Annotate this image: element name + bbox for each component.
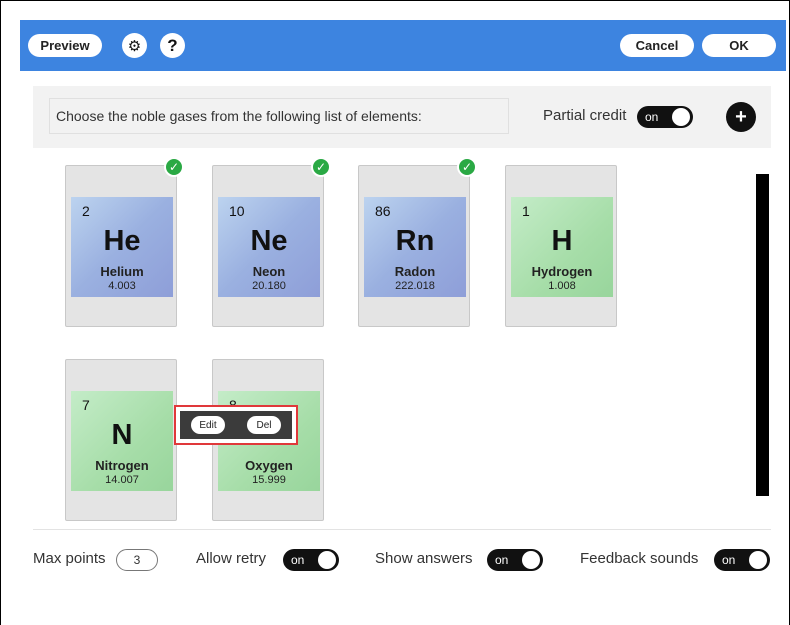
atomic-mass: 1.008 (548, 280, 576, 292)
toggle-state-text: on (495, 553, 509, 567)
preview-button[interactable]: Preview (28, 34, 102, 57)
atomic-number: 2 (82, 203, 90, 219)
element-tiles-area: ✓ 2 He Helium 4.003 ✓ 10 Ne Neon 20.180 … (33, 148, 771, 530)
toggle-state-text: on (722, 553, 736, 567)
element-card: 1 H Hydrogen 1.008 (511, 197, 613, 297)
max-points-input[interactable]: 3 (116, 549, 158, 571)
editor-toolbar: Preview ⚙ ? Cancel OK (20, 20, 786, 71)
element-tile-neon[interactable]: ✓ 10 Ne Neon 20.180 (212, 157, 331, 327)
toggle-knob (522, 551, 540, 569)
element-name: Helium (100, 264, 144, 279)
question-editor: Choose the noble gases from the followin… (33, 86, 771, 530)
vertical-scrollbar[interactable] (756, 174, 769, 496)
cancel-button[interactable]: Cancel (620, 34, 694, 57)
element-card: 2 He Helium 4.003 (71, 197, 173, 297)
checkmark-icon: ✓ (311, 157, 331, 177)
delete-button[interactable]: Del (247, 416, 281, 434)
feedback-sounds-toggle[interactable]: on (714, 549, 770, 571)
checkmark-icon: ✓ (457, 157, 477, 177)
atomic-number: 10 (229, 203, 245, 219)
toggle-state-text: on (645, 110, 659, 124)
tile-action-bar-highlight: Edit Del (174, 405, 298, 445)
checkmark-icon: ✓ (164, 157, 184, 177)
allow-retry-label: Allow retry (196, 550, 267, 567)
help-icon[interactable]: ? (160, 33, 185, 58)
element-name: Nitrogen (95, 458, 149, 473)
element-symbol: Ne (250, 225, 288, 257)
add-element-plus-icon[interactable]: + (726, 102, 756, 132)
element-symbol: He (103, 225, 141, 257)
element-tile-radon[interactable]: ✓ 86 Rn Radon 222.018 (358, 157, 477, 327)
toggle-knob (318, 551, 336, 569)
atomic-number: 1 (522, 203, 530, 219)
partial-credit-label: Partial credit (543, 107, 627, 124)
element-name: Radon (394, 264, 436, 279)
element-name: Hydrogen (531, 264, 593, 279)
atomic-mass: 4.003 (108, 280, 136, 292)
allow-retry-toggle[interactable]: on (283, 549, 339, 571)
atomic-mass: 222.018 (395, 280, 435, 292)
element-tile-nitrogen[interactable]: 7 N Nitrogen 14.007 (65, 359, 177, 521)
question-text: Choose the noble gases from the followin… (56, 108, 422, 124)
partial-credit-toggle[interactable]: on (637, 106, 693, 128)
settings-gear-icon[interactable]: ⚙ (122, 33, 147, 58)
atomic-mass: 20.180 (252, 280, 286, 292)
atomic-mass: 15.999 (252, 474, 286, 486)
element-symbol: Rn (395, 225, 435, 257)
max-points-label: Max points (33, 550, 106, 567)
feedback-sounds-label: Feedback sounds (580, 550, 699, 567)
toggle-knob (749, 551, 767, 569)
atomic-number: 7 (82, 397, 90, 413)
element-card: 86 Rn Radon 222.018 (364, 197, 466, 297)
atomic-mass: 14.007 (105, 474, 139, 486)
element-symbol: H (551, 225, 573, 257)
element-tile-hydrogen[interactable]: 1 H Hydrogen 1.008 (505, 165, 617, 327)
edit-button[interactable]: Edit (191, 416, 225, 434)
element-name: Oxygen (245, 458, 293, 473)
element-card: 10 Ne Neon 20.180 (218, 197, 320, 297)
element-name: Neon (252, 264, 286, 279)
element-symbol: N (111, 419, 133, 451)
element-card: 7 N Nitrogen 14.007 (71, 391, 173, 491)
element-tile-helium[interactable]: ✓ 2 He Helium 4.003 (65, 157, 184, 327)
show-answers-toggle[interactable]: on (487, 549, 543, 571)
question-text-field[interactable]: Choose the noble gases from the followin… (49, 98, 509, 134)
show-answers-label: Show answers (375, 550, 473, 567)
tile-action-bar: Edit Del (180, 411, 292, 439)
atomic-number: 86 (375, 203, 391, 219)
toggle-state-text: on (291, 553, 305, 567)
ok-button[interactable]: OK (702, 34, 776, 57)
toggle-knob (672, 108, 690, 126)
